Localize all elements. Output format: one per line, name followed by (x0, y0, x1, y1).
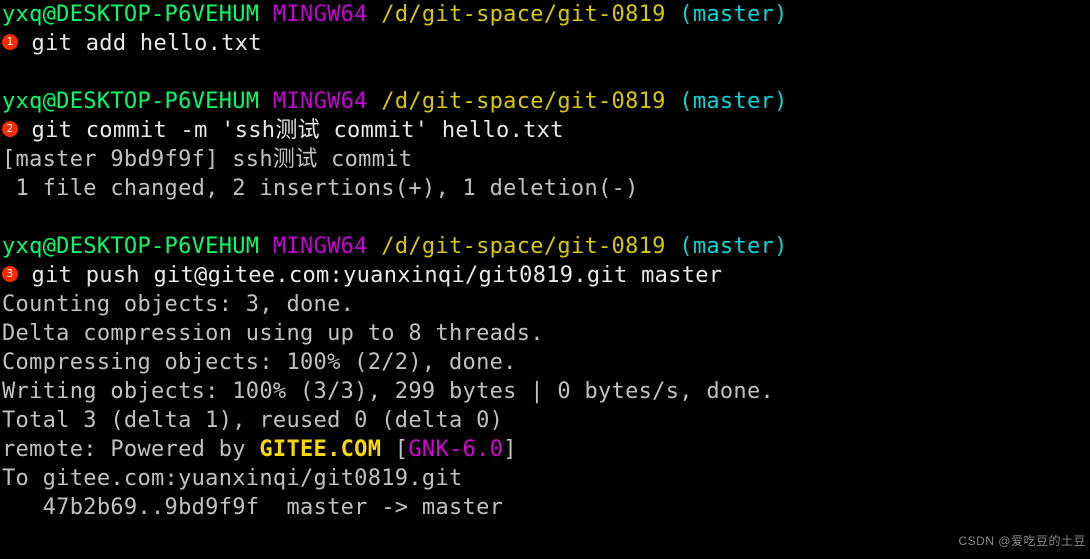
output-push-write: Writing objects: 100% (3/3), 299 bytes |… (2, 377, 1090, 406)
output-push-compress: Compressing objects: 100% (2/2), done. (2, 348, 1090, 377)
watermark: CSDN @爱吃豆的土豆 (958, 527, 1086, 556)
prompt-env: MINGW64 (273, 89, 368, 114)
prompt-branch: (master) (679, 234, 787, 259)
bracket-close: ] (503, 437, 517, 462)
output-push-ref: 47b2b69..9bd9f9f master -> master (2, 493, 1090, 522)
output-push-target: To gitee.com:yuanxinqi/git0819.git (2, 464, 1090, 493)
prompt-env: MINGW64 (273, 234, 368, 259)
command-commit[interactable]: 2 git commit -m 'ssh测试 commit' hello.txt (2, 116, 1090, 145)
prompt-user: yxq@DESKTOP-P6VEHUM (2, 2, 259, 27)
bracket-open: [ (381, 437, 408, 462)
output-push-total: Total 3 (delta 1), reused 0 (delta 0) (2, 406, 1090, 435)
step-badge-1: 1 (2, 34, 18, 50)
prompt-branch: (master) (679, 2, 787, 27)
command-text: git commit -m 'ssh测试 commit' hello.txt (18, 118, 564, 143)
remote-prefix: remote: Powered by (2, 437, 259, 462)
blank-line (2, 58, 1090, 87)
prompt-line-1: yxq@DESKTOP-P6VEHUM MINGW64 /d/git-space… (2, 0, 1090, 29)
output-push-delta: Delta compression using up to 8 threads. (2, 319, 1090, 348)
prompt-path: /d/git-space/git-0819 (381, 2, 665, 27)
command-text: git push git@gitee.com:yuanxinqi/git0819… (18, 263, 722, 288)
prompt-line-3: yxq@DESKTOP-P6VEHUM MINGW64 /d/git-space… (2, 232, 1090, 261)
gitee-label: GITEE.COM (259, 437, 381, 462)
prompt-line-2: yxq@DESKTOP-P6VEHUM MINGW64 /d/git-space… (2, 87, 1090, 116)
command-push[interactable]: 3 git push git@gitee.com:yuanxinqi/git08… (2, 261, 1090, 290)
output-push-remote: remote: Powered by GITEE.COM [GNK-6.0] (2, 435, 1090, 464)
step-badge-3: 3 (2, 266, 18, 282)
prompt-env: MINGW64 (273, 2, 368, 27)
output-push-count: Counting objects: 3, done. (2, 290, 1090, 319)
prompt-user: yxq@DESKTOP-P6VEHUM (2, 89, 259, 114)
step-badge-2: 2 (2, 121, 18, 137)
output-commit-hash: [master 9bd9f9f] ssh测试 commit (2, 145, 1090, 174)
command-add[interactable]: 1 git add hello.txt (2, 29, 1090, 58)
output-commit-stat: 1 file changed, 2 insertions(+), 1 delet… (2, 174, 1090, 203)
blank-line (2, 203, 1090, 232)
prompt-path: /d/git-space/git-0819 (381, 234, 665, 259)
prompt-branch: (master) (679, 89, 787, 114)
prompt-path: /d/git-space/git-0819 (381, 89, 665, 114)
command-text: git add hello.txt (18, 31, 262, 56)
prompt-user: yxq@DESKTOP-P6VEHUM (2, 234, 259, 259)
gnk-version: GNK-6.0 (408, 437, 503, 462)
